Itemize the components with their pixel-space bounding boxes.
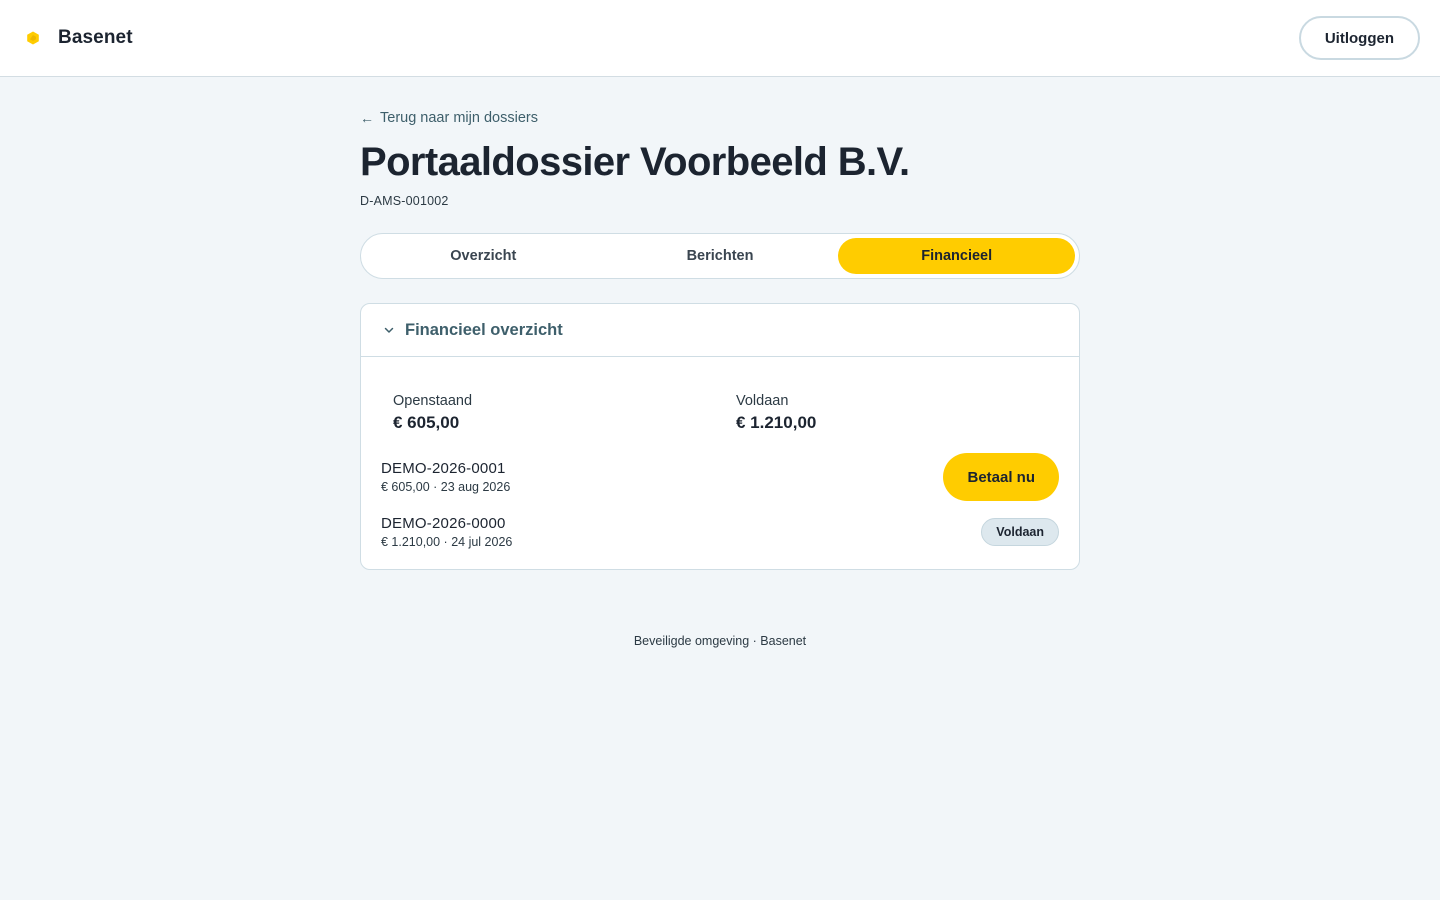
top-bar: Basenet Uitloggen [0,0,1440,77]
main-content: ← Terug naar mijn dossiers Portaaldossie… [360,77,1080,648]
status-badge: Voldaan [981,518,1059,546]
invoice-meta: € 605,00 · 23 aug 2026 [381,480,511,494]
section-title: Financieel overzicht [405,320,563,339]
invoice-info: DEMO-2026-0001 € 605,00 · 23 aug 2026 [381,460,510,494]
open-amount-block: Openstaand € 605,00 [393,393,736,433]
invoice-info: DEMO-2026-0000 € 1.210,00 · 24 jul 2026 [381,515,512,549]
tab-financieel[interactable]: Financieel [838,238,1076,274]
arrow-left-icon: ← [360,110,374,126]
logout-button[interactable]: Uitloggen [1298,16,1420,60]
invoice-row: DEMO-2026-0000 € 1.210,00 · 24 jul 2026 … [381,515,1059,549]
invoice-list: DEMO-2026-0001 € 605,00 · 23 aug 2026 Be… [361,433,1079,569]
invoice-number: DEMO-2026-0000 [381,515,506,532]
tab-berichten[interactable]: Berichten [602,238,839,274]
hexagon-logo-icon [27,31,39,45]
dossier-id: D-AMS-001002 [360,194,449,208]
open-value: € 605,00 [393,413,460,432]
tab-overzicht[interactable]: Overzicht [365,238,602,274]
back-to-dossiers-link[interactable]: ← Terug naar mijn dossiers [360,110,538,126]
financial-overview-card: Financieel overzicht Openstaand € 605,00… [360,303,1080,570]
invoice-meta: € 1.210,00 · 24 jul 2026 [381,535,513,549]
chevron-down-icon [384,327,394,333]
pay-now-button[interactable]: Betaal nu [943,453,1059,501]
tab-bar: Overzicht Berichten Financieel [360,233,1080,279]
invoice-row: DEMO-2026-0001 € 605,00 · 23 aug 2026 Be… [381,453,1059,501]
financial-summary: Openstaand € 605,00 Voldaan € 1.210,00 [361,357,1079,433]
paid-label: Voldaan [736,393,789,409]
paid-amount-block: Voldaan € 1.210,00 [736,393,1079,433]
page-title: Portaaldossier Voorbeeld B.V. [360,140,910,184]
back-link-label: Terug naar mijn dossiers [380,110,538,126]
financial-overview-toggle[interactable]: Financieel overzicht [361,304,1079,357]
footer-text: Beveiligde omgeving · Basenet [633,634,807,648]
invoice-number: DEMO-2026-0001 [381,460,506,477]
paid-value: € 1.210,00 [736,413,817,432]
brand-name: Basenet [58,27,133,48]
brand[interactable]: Basenet [26,27,133,49]
open-label: Openstaand [393,393,473,409]
